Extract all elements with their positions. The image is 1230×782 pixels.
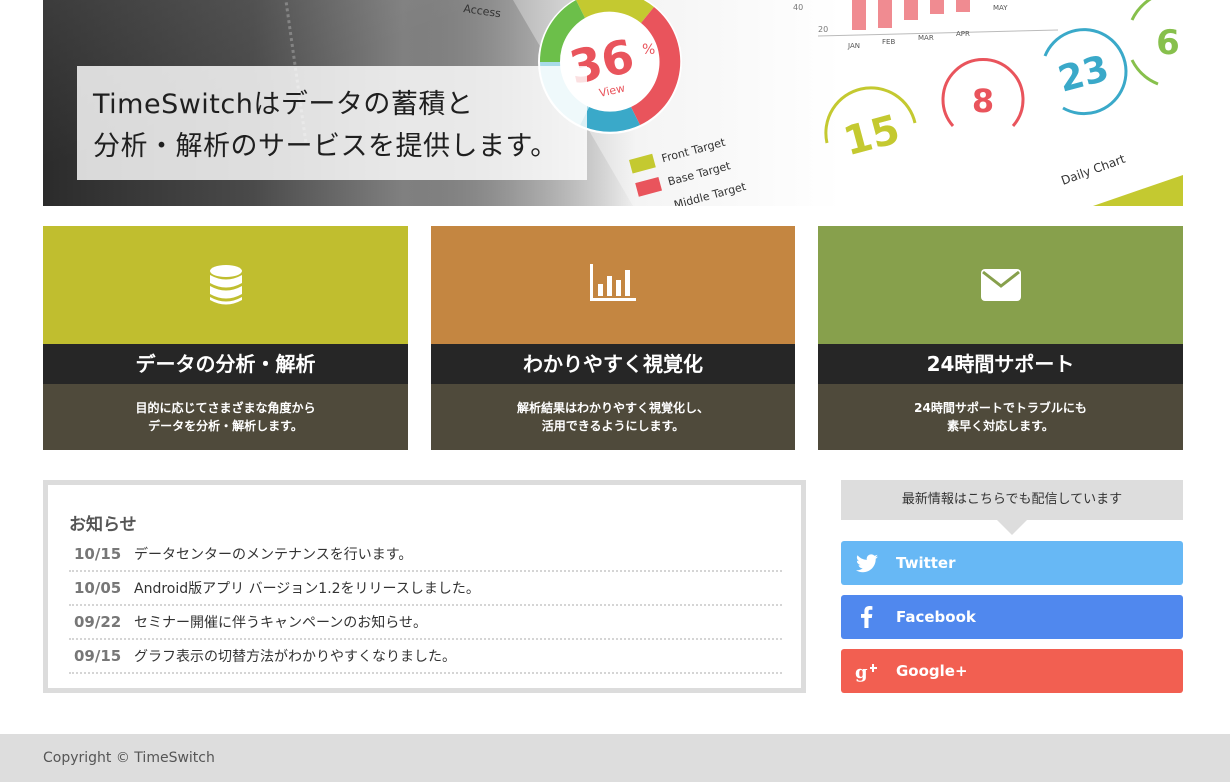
news-item[interactable]: 10/05 Android版アプリ バージョン1.2をリリースしました。: [69, 572, 782, 606]
hero-caption: TimeSwitchはデータの蓄積と 分析・解析のサービスを提供します。: [93, 89, 558, 162]
google-plus-label: Google+: [896, 662, 968, 680]
social-heading-arrow: [997, 520, 1027, 535]
feature-card-icon-area: [431, 226, 795, 344]
news-date: 10/05: [74, 579, 122, 597]
feature-card-icon-area: [43, 226, 408, 344]
feature-card-title: 24時間サポート: [818, 344, 1183, 384]
hero-bar-month-may: MAY: [993, 4, 1008, 12]
envelope-icon: [980, 269, 1021, 301]
facebook-icon: [861, 606, 873, 628]
hero-circle-15-value: 15: [839, 106, 905, 165]
hero-access-label: Access: [463, 2, 502, 20]
feature-card-visualization: わかりやすく視覚化 解析結果はわかりやすく視覚化し、 活用できるようにします。: [431, 226, 795, 450]
news-text[interactable]: グラフ表示の切替方法がわかりやすくなりました。: [134, 646, 456, 666]
hero-caption-box: TimeSwitchはデータの蓄積と 分析・解析のサービスを提供します。: [77, 66, 587, 180]
hero-bar-month-mar: MAR: [918, 34, 934, 42]
copyright-text: Copyright © TimeSwitch: [43, 750, 215, 766]
database-icon: [209, 265, 242, 305]
svg-text:g: g: [855, 662, 868, 683]
hero-legend-front: Front Target: [660, 136, 727, 166]
news-item[interactable]: 09/22 セミナー開催に伴うキャンペーンのお知らせ。: [69, 606, 782, 640]
footer: Copyright © TimeSwitch: [0, 734, 1230, 782]
twitter-icon: [856, 554, 878, 573]
news-item[interactable]: 09/15 グラフ表示の切替方法がわかりやすくなりました。: [69, 640, 782, 674]
hero-bar-axis-20: 20: [818, 25, 828, 34]
hero-circle-6-value: 6: [1156, 23, 1180, 63]
hero-bar-month-jan: JAN: [847, 42, 860, 50]
hero-bar-axis-40: 40: [793, 3, 803, 12]
facebook-button[interactable]: Facebook: [841, 595, 1183, 639]
hero-bar-month-apr: APR: [956, 30, 970, 38]
hero-circle-8: 8: [941, 58, 1025, 127]
news-panel: お知らせ 10/15 データセンターのメンテナンスを行います。 10/05 An…: [43, 480, 806, 693]
twitter-button[interactable]: Twitter: [841, 541, 1183, 585]
hero-daily-chart-label: Daily Chart: [1059, 152, 1127, 188]
google-plus-icon: g: [855, 662, 877, 683]
feature-card-description: 目的に応じてさまざまな角度から データを分析・解析します。: [43, 384, 408, 450]
twitter-label: Twitter: [896, 554, 956, 572]
hero-legend: Front Target Base Target Middle Target: [629, 136, 748, 206]
feature-card-description: 24時間サポートでトラブルにも 素早く対応します。: [818, 384, 1183, 450]
news-text[interactable]: Android版アプリ バージョン1.2をリリースしました。: [134, 578, 480, 598]
news-list: 10/15 データセンターのメンテナンスを行います。 10/05 Android…: [69, 538, 782, 674]
facebook-label: Facebook: [896, 608, 976, 626]
google-plus-button[interactable]: g Google+: [841, 649, 1183, 693]
hero-legend-base: Base Target: [666, 159, 732, 188]
news-date: 09/15: [74, 647, 122, 665]
hero-bar-chart: 40 20 JAN FEB MAR APR MAY: [793, 0, 1059, 50]
social-heading: 最新情報はこちらでも配信しています: [901, 492, 1123, 507]
hero-donut-unit: %: [642, 42, 655, 58]
hero-circle-15: 15: [824, 86, 917, 165]
feature-card-title: データの分析・解析: [43, 344, 408, 384]
feature-card-description: 解析結果はわかりやすく視覚化し、 活用できるようにします。: [431, 384, 795, 450]
hero-circle-6: 6: [1130, 0, 1180, 86]
hero-circle-23-value: 23: [1054, 48, 1113, 101]
news-text[interactable]: セミナー開催に伴うキャンペーンのお知らせ。: [134, 612, 427, 632]
social-heading-box: 最新情報はこちらでも配信しています: [841, 480, 1183, 535]
bar-chart-icon: [590, 264, 636, 301]
news-date: 09/22: [74, 613, 122, 631]
hero-circle-8-value: 8: [972, 82, 994, 120]
hero-circle-23: 23: [1043, 28, 1128, 116]
news-heading: お知らせ: [69, 515, 137, 535]
hero-banner: Access 36 % View 40 20 JAN FEB MAR APR M…: [43, 0, 1183, 206]
hero-bar-month-feb: FEB: [882, 38, 895, 46]
news-text[interactable]: データセンターのメンテナンスを行います。: [134, 544, 412, 564]
feature-card-analysis: データの分析・解析 目的に応じてさまざまな角度から データを分析・解析します。: [43, 226, 408, 450]
feature-card-support: 24時間サポート 24時間サポートでトラブルにも 素早く対応します。: [818, 226, 1183, 450]
feature-card-title: わかりやすく視覚化: [431, 344, 795, 384]
feature-card-icon-area: [818, 226, 1183, 344]
news-date: 10/15: [74, 545, 122, 563]
news-item[interactable]: 10/15 データセンターのメンテナンスを行います。: [69, 538, 782, 572]
